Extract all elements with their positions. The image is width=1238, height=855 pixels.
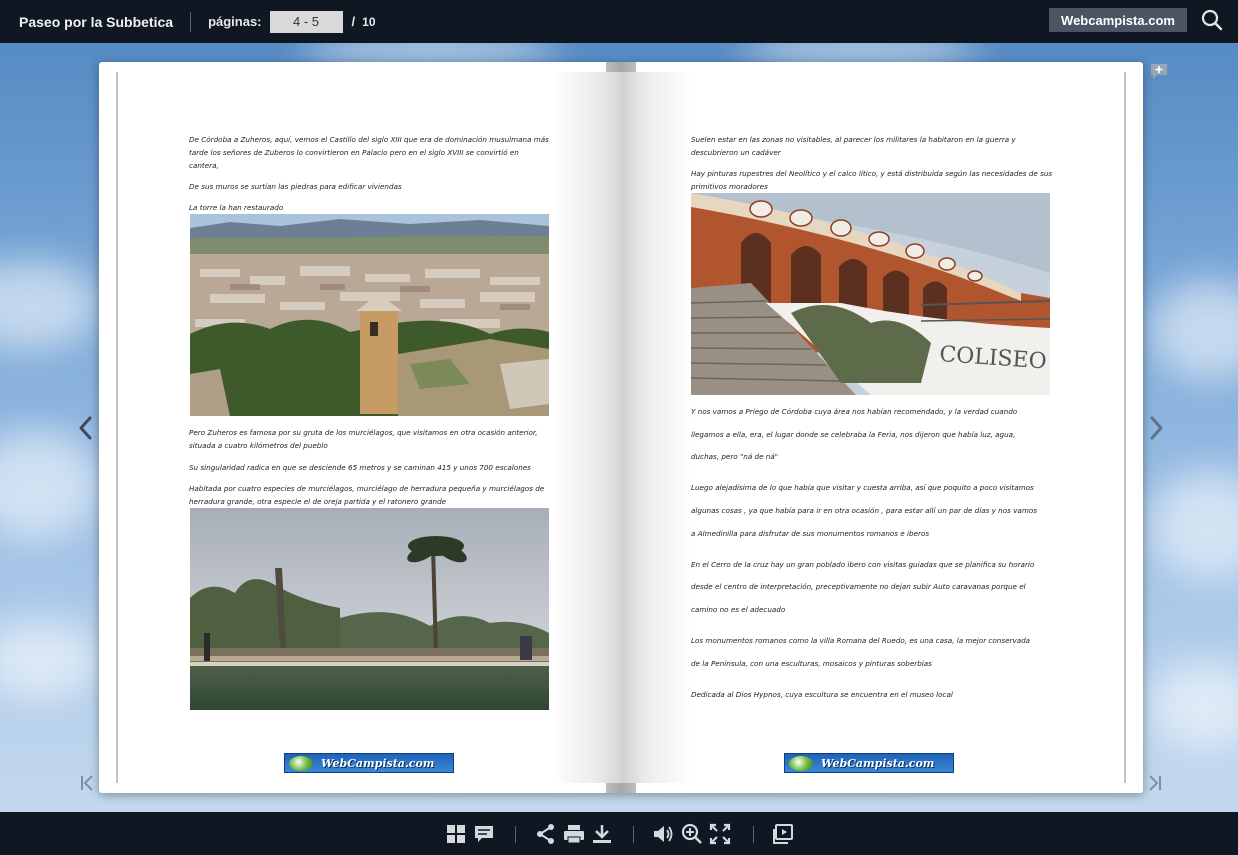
paragraph: Habitada por cuatro especies de murciéla… [189,484,545,506]
cloud [1150,280,1238,380]
paragraph: Hay pinturas rupestres del Neolítico y e… [691,169,1053,191]
last-page-icon[interactable] [1147,774,1163,792]
download-icon[interactable] [591,823,613,845]
cloud [0,260,100,350]
paragraph: De sus muros se surtían las piedras para… [189,182,402,191]
pages-separator: / [351,14,356,29]
fullscreen-icon[interactable] [709,823,731,845]
top-toolbar: Paseo por la Subbetica páginas: / 10 Web… [0,0,1238,43]
paragraph: Y nos vamos a Priego de Córdoba cuya áre… [691,407,1018,416]
divider [190,11,192,32]
print-icon[interactable] [563,823,585,845]
paragraph: La torre la han restaurado [189,203,284,212]
next-page-arrow-icon[interactable] [1147,415,1165,441]
paragraph: Los monumentos romanos como la villa Rom… [691,636,1031,645]
pages-label: páginas: [208,14,262,29]
volume-icon[interactable] [652,823,674,845]
webcampista-logo: WebCampista.com [784,753,954,773]
cloud [1150,660,1238,750]
paragraph: Luego alejadísima de lo que había que vi… [691,483,1034,492]
zoom-in-icon[interactable] [681,823,703,845]
globe-icon [289,755,313,771]
divider [515,826,516,843]
zuheros-town-photo [190,214,549,416]
globe-icon [789,755,813,771]
cloud [0,430,100,540]
paragraph: Su singularidad radica en que se descien… [189,463,531,472]
share-icon[interactable] [535,823,557,845]
first-page-icon[interactable] [79,774,95,792]
paragraph: algunas cosas , ya que había para ir en … [691,506,1037,515]
paragraph: De Córdoba a Zuheros, aquí, vemos el Cas… [189,135,549,170]
page-number-input[interactable] [269,10,343,33]
previous-page-arrow-icon[interactable] [77,415,95,441]
garden-pond-photo [190,508,549,710]
webcampista-button[interactable]: Webcampista.com [1049,8,1187,32]
document-title: Paseo por la Subbetica [19,13,174,30]
comment-icon[interactable] [473,823,495,845]
add-bookmark-icon[interactable] [1150,63,1168,80]
paragraph: Suelen estar en las zonas no visitables,… [691,135,1016,157]
paragraph: duchas, pero "ná de ná" [691,452,779,461]
paragraph: camino no es el adecuado [691,605,786,614]
paragraph: a Almedinilla para disfrutar de sus monu… [691,529,930,538]
flipbook: De Córdoba a Zuheros, aquí, vemos el Cas… [99,62,1143,793]
search-icon[interactable] [1201,9,1223,31]
paragraph: Pero Zuheros es famosa por su gruta de l… [189,428,538,450]
cloud [1150,470,1238,580]
total-pages: 10 [362,14,376,29]
slideshow-icon[interactable] [772,823,794,845]
right-page[interactable]: Suelen estar en las zonas no visitables,… [621,72,1126,783]
bottom-toolbar [0,812,1238,855]
divider [633,826,634,843]
paragraph: desde el centro de interpretación, prece… [691,582,1026,591]
paragraph: llegamos a ella, era, el lugar donde se … [691,430,1016,439]
coliseo-bullring-photo: COLISEO [691,193,1050,395]
paragraph: Dedicada al Dios Hypnos, cuya escultura … [691,690,953,699]
thumbnails-icon[interactable] [445,823,467,845]
paragraph: En el Cerro de la cruz hay un gran pobla… [691,560,1035,569]
cloud [0,620,100,700]
paragraph: de la Península, con una esculturas, mos… [691,659,932,668]
left-page[interactable]: De Córdoba a Zuheros, aquí, vemos el Cas… [116,72,621,783]
webcampista-logo: WebCampista.com [284,753,454,773]
divider [753,826,754,843]
